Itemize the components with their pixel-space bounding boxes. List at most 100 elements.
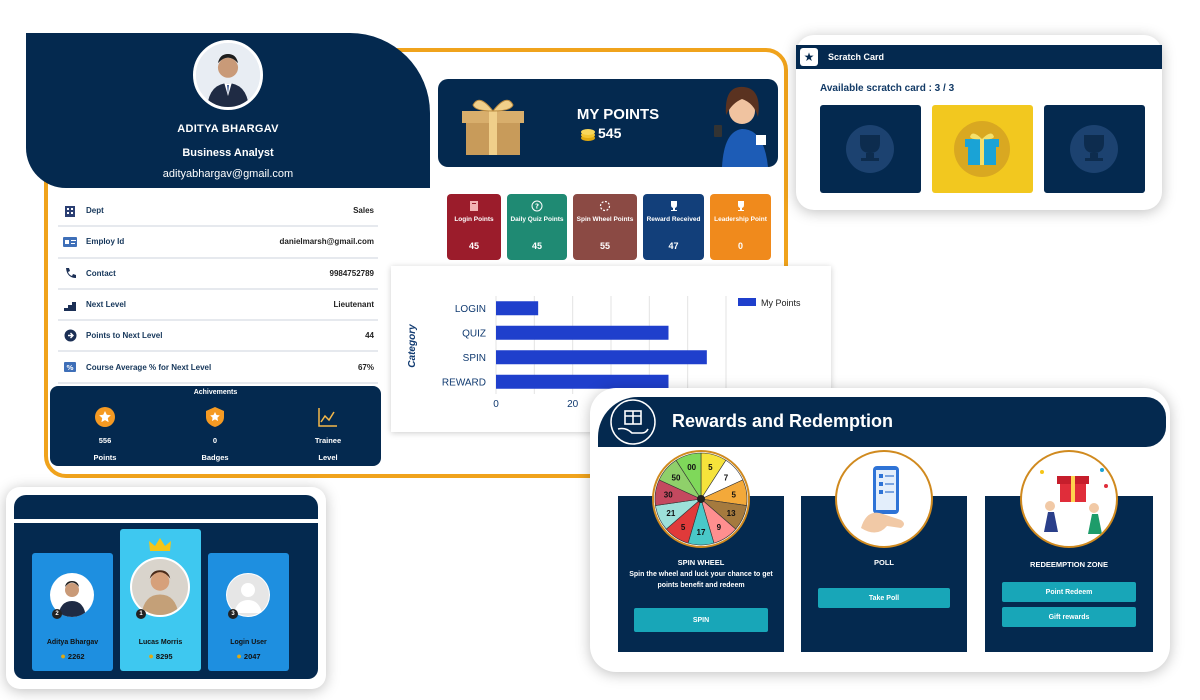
scratch-tile-3[interactable] xyxy=(1044,105,1145,193)
stat-label: Daily Quiz Points xyxy=(510,216,564,224)
chart-bar xyxy=(496,374,669,389)
achievement-value: 556 xyxy=(98,436,112,445)
wheel-hub xyxy=(697,495,705,503)
spinner-icon xyxy=(599,200,611,212)
leader-name: Login User xyxy=(230,639,267,646)
chart-category-label: QUIZ xyxy=(462,328,486,339)
percent-icon: % xyxy=(60,359,80,375)
spin-wheel-graphic[interactable]: 57513917521305000 xyxy=(652,450,750,548)
poll-title: POLL xyxy=(874,558,894,567)
leader-rank-badge: 2 xyxy=(52,609,62,619)
chart-x-tick: 0 xyxy=(493,399,499,410)
profile-name: ADITYA BHARGAV xyxy=(177,123,279,135)
info-label: Course Average % for Next Level xyxy=(86,362,212,372)
wheel-number: 00 xyxy=(687,463,696,472)
trophy-icon xyxy=(737,201,744,211)
id-card-icon xyxy=(60,234,80,250)
info-row-next-level: Next Level Lieutenant xyxy=(58,290,378,322)
take-poll-button[interactable]: Take Poll xyxy=(818,588,950,608)
stat-spin-wheel[interactable]: Spin Wheel Points 55 xyxy=(573,194,637,260)
wheel-number: 7 xyxy=(724,473,729,482)
chart-x-tick: 20 xyxy=(567,399,579,410)
leader-rank-badge: 1 xyxy=(136,609,146,619)
scratch-tile-1[interactable] xyxy=(820,105,921,193)
my-points-value: 545 xyxy=(598,125,622,141)
hand-gift-icon xyxy=(610,399,656,445)
stat-value: 0 xyxy=(737,241,743,252)
spin-wheel-title: SPIN WHEEL xyxy=(677,558,725,567)
gift-rewards-button[interactable]: Gift rewards xyxy=(1002,607,1136,627)
line-chart-icon xyxy=(318,408,337,427)
info-label: Contact xyxy=(86,268,116,278)
stat-value: 55 xyxy=(599,241,610,252)
achievement-label: Level xyxy=(318,453,338,462)
svg-text:?: ? xyxy=(535,203,539,211)
wheel-number: 30 xyxy=(664,490,673,499)
chart-legend-swatch xyxy=(738,298,756,306)
celebration-gift-icon xyxy=(1040,468,1108,534)
stat-leadership-point[interactable]: Leadership Point 0 xyxy=(710,194,771,260)
trophy-icon xyxy=(846,125,894,173)
leader-entry-3: Login User ● 2047 xyxy=(208,639,289,661)
leader-points: 2047 xyxy=(243,652,261,661)
info-label: Next Level xyxy=(86,300,127,310)
chart-bar xyxy=(496,325,669,340)
info-row-employ-id: Employ Id danielmarsh@gmail.com xyxy=(58,227,378,259)
phone-icon xyxy=(60,265,80,281)
chart-category-label: SPIN xyxy=(463,353,486,364)
trophy-icon xyxy=(1070,125,1118,173)
arrow-circle-icon xyxy=(60,328,80,344)
leader-entry-1: Lucas Morris ● 8295 xyxy=(120,639,201,661)
stairs-icon xyxy=(60,297,80,313)
star-icon: ★ xyxy=(800,48,818,66)
achievement-label: Points xyxy=(93,453,117,462)
gift-icon xyxy=(954,121,1010,177)
stat-login-points[interactable]: Login Points 45 xyxy=(447,194,501,260)
stat-daily-quiz[interactable]: ? Daily Quiz Points 45 xyxy=(507,194,567,260)
achievements-panel: Achivements 556 Points 0 Badges Trainee … xyxy=(50,386,381,466)
profile-info-list: Dept Sales Employ Id danielmarsh@gmail.c… xyxy=(58,196,378,384)
info-value: danielmarsh@gmail.com xyxy=(279,237,375,247)
spin-button[interactable]: SPIN xyxy=(634,608,768,632)
leaderboard-panel: 2 1 3 Aditya Bhargav ● 2262 Lucas Morris… xyxy=(6,487,326,689)
wheel-number: 5 xyxy=(732,490,737,499)
wheel-number: 17 xyxy=(697,528,706,537)
info-value: 44 xyxy=(365,331,374,341)
wheel-number: 9 xyxy=(717,523,722,532)
poll-illustration xyxy=(835,450,933,548)
question-icon: ? xyxy=(531,200,543,212)
wheel-number: 5 xyxy=(681,523,686,532)
scratch-tile-2[interactable] xyxy=(932,105,1033,193)
redeem-illustration xyxy=(1020,450,1118,548)
info-row-contact: Contact 9984752789 xyxy=(58,259,378,290)
info-value: Lieutenant xyxy=(333,300,374,310)
achievement-badges: 0 Badges xyxy=(175,406,255,462)
info-label: Dept xyxy=(86,206,104,216)
coin-stack-icon: ● xyxy=(60,651,66,661)
rewards-header: Rewards and Redemption xyxy=(598,397,1166,447)
leader-entry-2: Aditya Bhargav ● 2262 xyxy=(32,639,113,661)
redeem-title: REDEEMPTION ZONE xyxy=(1030,560,1108,569)
login-icon xyxy=(470,201,478,211)
badge-shield-icon xyxy=(206,407,224,427)
leader-points: 2262 xyxy=(67,652,85,661)
stat-reward-received[interactable]: Reward Received 47 xyxy=(643,194,704,260)
achievement-points: 556 Points xyxy=(65,406,145,462)
chart-bar xyxy=(496,350,707,365)
info-label: Points to Next Level xyxy=(86,331,163,341)
spin-wheel-desc: Spin the wheel and luck your chance to g… xyxy=(629,571,773,589)
achievement-label: Badges xyxy=(201,453,229,462)
trophy-icon xyxy=(670,201,677,211)
profile-role: Business Analyst xyxy=(182,147,274,159)
achievement-level: Trainee Level xyxy=(288,406,368,462)
stat-value: 45 xyxy=(531,241,542,252)
info-label: Employ Id xyxy=(86,237,125,247)
stat-value: 45 xyxy=(468,241,479,252)
scratch-available-count: Available scratch card : 3 / 3 xyxy=(820,83,955,94)
my-points-banner: MY POINTS 545 xyxy=(438,79,778,167)
stat-label: Login Points xyxy=(454,216,494,224)
point-redeem-button[interactable]: Point Redeem xyxy=(1002,582,1136,602)
chart-bar xyxy=(496,301,539,316)
leader-name: Aditya Bhargav xyxy=(46,639,99,646)
phone-survey-icon xyxy=(861,466,904,533)
